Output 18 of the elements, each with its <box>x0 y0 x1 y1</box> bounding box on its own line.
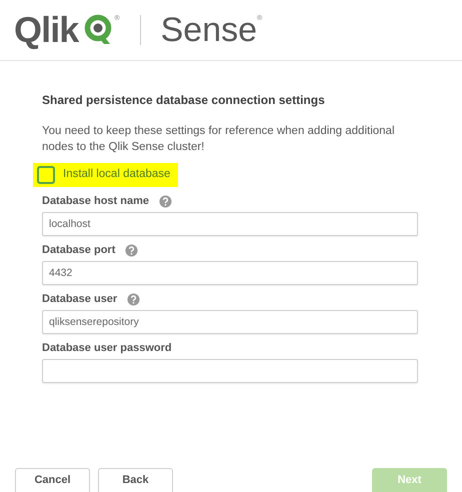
field-label: Database user <box>42 292 118 307</box>
help-icon[interactable] <box>125 244 138 256</box>
description: You need to keep these settings for reference when adding additional nodes to the Qlik Sense cluster! <box>42 124 396 155</box>
text-field[interactable] <box>42 359 418 383</box>
form-title: Shared persistence database connection settings <box>42 92 326 109</box>
text-field[interactable]: localhost <box>42 212 418 236</box>
help-icon[interactable] <box>158 194 172 208</box>
nav-button[interactable]: Back <box>98 468 173 492</box>
product-name: Sense <box>160 13 258 47</box>
logo-text: Qlik <box>14 12 78 48</box>
field-label: Database user password <box>42 340 172 356</box>
field-label: Database port <box>42 242 116 258</box>
field-label: Database host name <box>42 194 149 209</box>
help-icon[interactable] <box>127 292 140 306</box>
nav-button[interactable]: Cancel <box>15 468 90 492</box>
text-field[interactable]: 4432 <box>42 261 418 285</box>
text-field[interactable]: qliksenserepository <box>42 310 418 334</box>
install-local-checkbox[interactable]: Install local database <box>37 166 170 184</box>
